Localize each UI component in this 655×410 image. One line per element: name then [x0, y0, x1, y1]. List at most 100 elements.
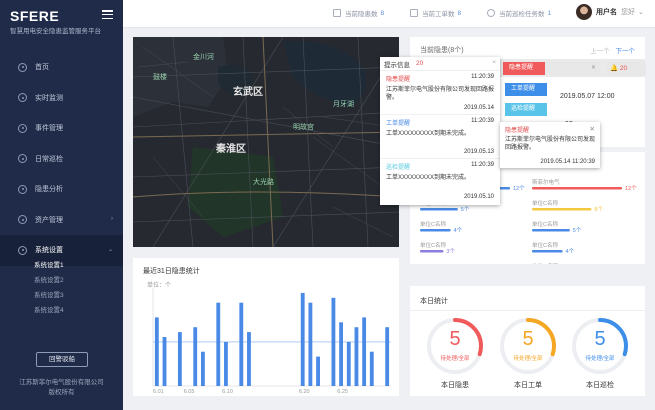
user-name: 用户名 — [596, 9, 617, 16]
rank-label: 单位C名称 — [532, 199, 558, 207]
notification-message: 工单XXXXXXXXX到期未完成。 — [386, 175, 471, 181]
alarm-button[interactable]: 回警驳船 — [36, 352, 88, 367]
chart-bar — [308, 302, 313, 386]
inspection-icon — [18, 154, 27, 164]
top-bar: 当前隐患数 8 当前工单数 8 当前巡检任务数 1 用户名 您好 ⌄ — [123, 0, 655, 28]
map-label-daguanglu: 大光路 — [253, 179, 274, 186]
map-label-jinchuanhe: 金川河 — [193, 54, 214, 61]
tag-label: 巡检提醒 — [511, 106, 536, 112]
x-tick-label: 6.20 — [299, 389, 310, 395]
tag-hazard-alert[interactable]: 隐患提醒 — [503, 62, 545, 75]
subnav-item-settings-1[interactable]: 系统设置1 — [0, 258, 123, 273]
close-icon[interactable]: × — [492, 59, 496, 66]
bar-chart: 6.01 6.05 6.10 6.20 6.25 — [152, 288, 391, 395]
notification-message: 江苏斯菲尔电气股份有限公司发现回路报警。 — [386, 87, 495, 101]
close-icon[interactable]: ✕ — [591, 62, 596, 75]
copyright: 江苏斯菲尔电气股份有限公司 版权所有 — [10, 378, 113, 398]
map-label-minggugong: 明故宫 — [293, 124, 314, 131]
user-menu[interactable]: 用户名 您好 ⌄ — [576, 4, 644, 20]
ring-sub: 待处理/全部 — [585, 356, 615, 362]
notification-date: 2019.05.14 — [463, 105, 494, 111]
nav-label: 资产管理 — [35, 216, 63, 224]
chart-bar — [339, 322, 344, 386]
nav-label: 首页 — [35, 64, 49, 72]
rank-bar — [532, 229, 570, 232]
chart-bar — [354, 327, 359, 386]
tag-ticket-alert[interactable]: 工单提醒 — [505, 83, 547, 96]
notification-item[interactable]: 隐患提醒 11:20:39 江苏斯菲尔电气股份有限公司发现回路报警。 2019.… — [380, 71, 500, 115]
tag-label: 工单提醒 — [511, 86, 536, 92]
nav-item-realtime-monitor[interactable]: 实时监测 — [0, 83, 123, 114]
next-button[interactable]: 下一个 — [616, 48, 636, 55]
ring-today-hazards: 5 待处理/全部 — [425, 316, 485, 376]
event-icon — [18, 123, 27, 133]
detail-datetime: 2019.05.14 11:20:39 — [540, 159, 595, 165]
map-label-qinhuai: 秦淮区 — [216, 144, 246, 155]
close-icon[interactable]: ✕ — [590, 125, 595, 133]
chart-bar — [224, 341, 228, 386]
map-view[interactable]: 玄武区 秦淮区 鼓楼 金川河 月牙湖 明故宫 大光路 — [133, 37, 399, 247]
map-label-xuanwu: 玄武区 — [233, 87, 263, 98]
header-alert-count[interactable]: 🔔 20 — [606, 62, 646, 75]
monitor-icon — [18, 93, 27, 103]
hazard-stats-chart-card: 最近31日隐患统计 单位：个 6.01 6.05 6.10 6.20 6.25 — [133, 258, 399, 396]
rank-bar — [420, 250, 444, 253]
nav-item-home[interactable]: 首页 — [0, 52, 123, 83]
rank-value: 12个 — [513, 185, 525, 192]
detail-type: 隐患提醒 — [505, 128, 530, 134]
nav-label: 事件管理 — [35, 125, 63, 133]
ring-today-inspections: 5 待处理/全部 — [570, 316, 630, 376]
nav-label: 隐患分析 — [35, 186, 63, 194]
rank-value: 4个 — [454, 227, 463, 234]
detail-message: 江苏斯菲尔电气股份有限公司发现回路报警。 — [505, 137, 596, 151]
chart-bar — [300, 292, 305, 386]
detail-date: 2019.05.14 — [540, 159, 571, 165]
rank-bar — [420, 229, 451, 232]
nav-item-asset-management[interactable]: 资产管理 › — [0, 205, 123, 236]
notification-date: 2019.05.10 — [463, 194, 494, 200]
chart-bar — [154, 317, 159, 386]
bell-count: 20 — [416, 60, 424, 67]
rank-bar — [532, 187, 622, 190]
rank-label: 单位C名称 — [532, 262, 558, 264]
sidebar-nav: 首页 实时监测 事件管理 日常巡检 隐患分析 资产管理 › 系统设置 ⌄ — [0, 52, 123, 266]
hazard-date: 2019.05.07 12:00 — [560, 93, 615, 100]
stat-current-hazards[interactable]: 当前隐患数 8 — [333, 8, 384, 18]
nav-item-daily-inspection[interactable]: 日常巡检 — [0, 144, 123, 175]
nav-item-event-management[interactable]: 事件管理 — [0, 113, 123, 144]
chart-bar — [369, 351, 374, 386]
chart-bar — [200, 351, 205, 386]
map-label-yueyahu: 月牙湖 — [333, 101, 354, 108]
copyright-rights: 版权所有 — [48, 389, 75, 396]
rank-label: 单位C名称 — [420, 220, 446, 228]
subnav-item-settings-3[interactable]: 系统设置3 — [0, 288, 123, 303]
rank-value: 4个 — [566, 248, 575, 255]
hazard-card-title: 当前隐患(8个) — [420, 47, 464, 54]
detail-time: 11:20:39 — [572, 159, 595, 165]
nav-item-hazard-analysis[interactable]: 隐患分析 — [0, 174, 123, 205]
hamburger-menu-icon[interactable] — [102, 10, 113, 20]
subnav-item-settings-4[interactable]: 系统设置4 — [0, 303, 123, 318]
stat-label: 当前工单数 — [422, 11, 455, 18]
notification-time: 11:20:39 — [471, 162, 494, 168]
divider — [410, 310, 645, 311]
rank-value: 5个 — [573, 227, 582, 234]
tag-inspection-alert[interactable]: 巡检提醒 — [505, 103, 547, 116]
x-tick-label: 6.01 — [153, 389, 164, 395]
hazard-pager: 上一个 下一个 — [590, 45, 635, 55]
brand-logo: SFERE — [10, 8, 60, 24]
notification-item[interactable]: 巡检提醒 11:20:39 工单XXXXXXXXX到期未完成。 2019.05.… — [380, 159, 500, 203]
chart-bar — [162, 337, 167, 386]
stat-current-tickets[interactable]: 当前工单数 8 — [410, 8, 461, 18]
warning-icon — [333, 9, 341, 17]
prev-button[interactable]: 上一个 — [590, 48, 610, 55]
today-title: 本日统计 — [420, 298, 448, 305]
map-canvas — [133, 37, 399, 247]
subnav-item-settings-2[interactable]: 系统设置2 — [0, 273, 123, 288]
brand-subtitle: 智慧用电安全隐患监管服务平台 — [10, 28, 101, 35]
stat-current-inspections[interactable]: 当前巡检任务数 1 — [487, 8, 551, 18]
user-greeting: 您好 — [621, 9, 635, 16]
avatar — [576, 4, 592, 20]
chart-bar — [216, 302, 221, 386]
notification-item[interactable]: 工单提醒 11:20:39 工单XXXXXXXXX到期未完成。 2019.05.… — [380, 115, 500, 159]
